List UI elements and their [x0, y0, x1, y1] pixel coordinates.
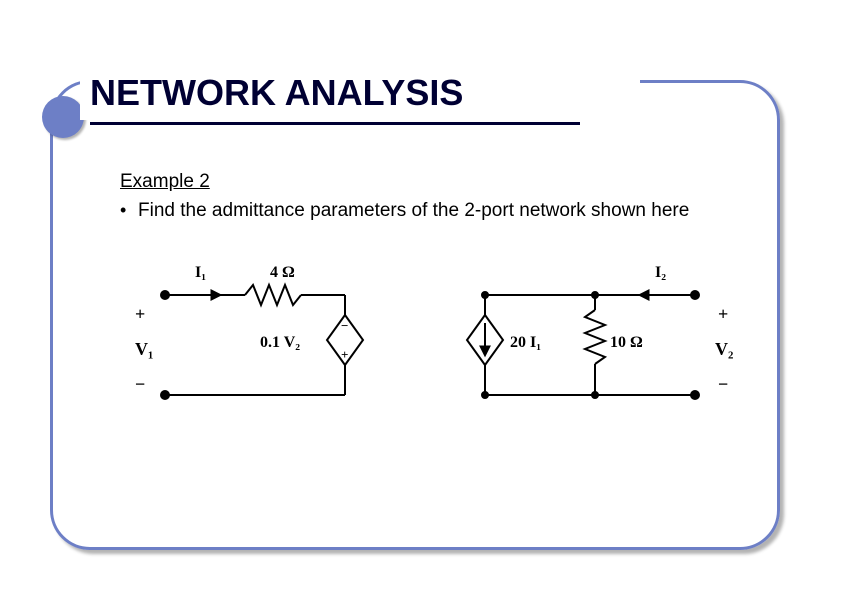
label-I1: I₁: [195, 264, 206, 281]
bullet-row: • Find the admittance parameters of the …: [120, 199, 740, 224]
bullet-dot: •: [120, 199, 138, 224]
label-depI: 20 I₁: [510, 334, 541, 351]
example-label: Example 2: [120, 170, 740, 195]
svg-text:−: −: [341, 318, 348, 333]
content-block: Example 2 • Find the admittance paramete…: [120, 170, 740, 223]
label-V1-minus: −: [135, 374, 145, 394]
label-Rout: 10 Ω: [610, 334, 643, 351]
title-underline: [90, 122, 580, 125]
slide-title: NETWORK ANALYSIS: [90, 72, 463, 114]
slide-frame: NETWORK ANALYSIS Example 2 • Find the ad…: [50, 40, 790, 560]
label-V2: V₂: [715, 339, 733, 359]
svg-text:+: +: [341, 347, 348, 362]
accent-circle: [42, 96, 84, 138]
label-V2-plus: +: [718, 304, 728, 324]
label-V2-minus: −: [718, 374, 728, 394]
label-I2: I₂: [655, 264, 666, 281]
label-depV: 0.1 V₂: [260, 334, 300, 351]
label-V1: V₁: [135, 339, 153, 359]
circuit-diagram: I₁ 4 Ω I₂ + V₁ − + V₂ − − + 0.1 V₂ 20 I₁…: [135, 255, 735, 425]
label-Rseries: 4 Ω: [270, 264, 295, 281]
label-V1-plus: +: [135, 304, 145, 324]
bullet-text: Find the admittance parameters of the 2-…: [138, 199, 740, 224]
